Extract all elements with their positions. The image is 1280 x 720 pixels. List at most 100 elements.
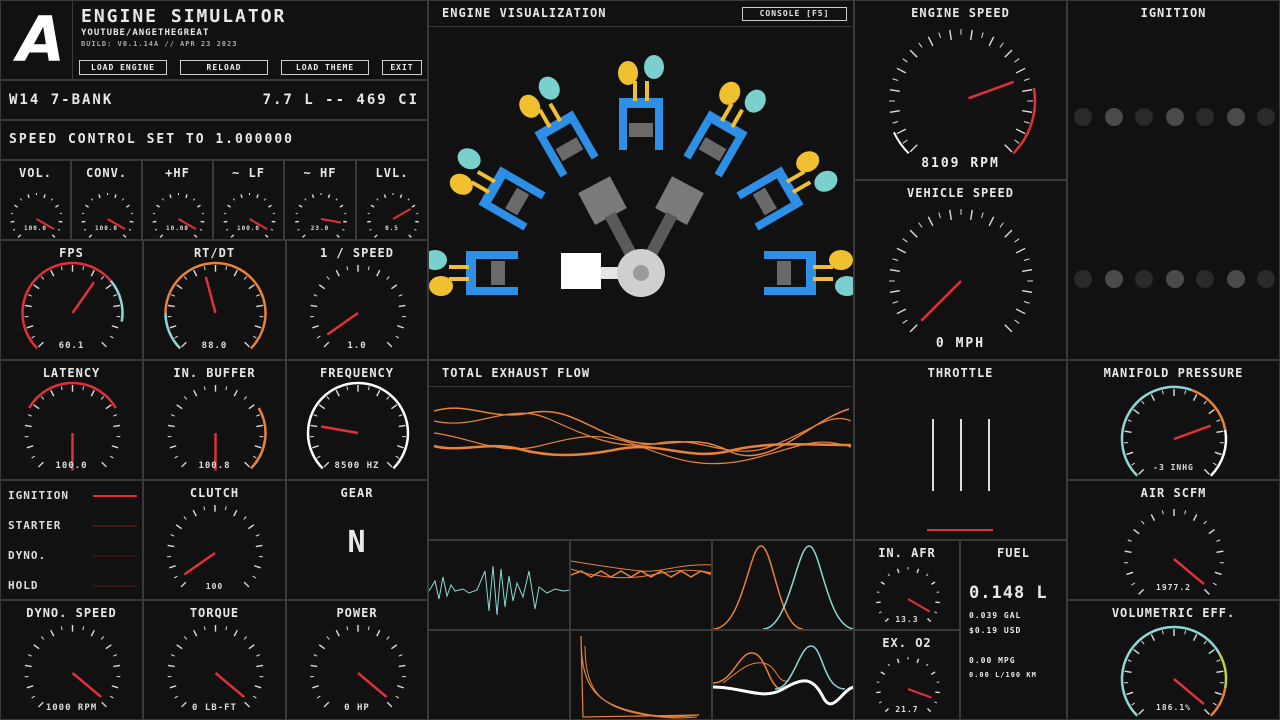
header-panel: A ENGINE SIMULATOR YOUTUBE/ANGETHEGREAT … (0, 0, 428, 80)
gauge-dial (889, 209, 1033, 333)
engine-info-panel: W14 7-BANK 7.7 L -- 469 CI (0, 80, 428, 120)
perf-gauge-label: LATENCY (42, 366, 101, 380)
perf-gauge-0: FPS 60.1 (0, 240, 143, 360)
throttle-bar-mid (960, 419, 962, 491)
fuel-panel: FUEL 0.148 L 0.039 GAL $0.19 USD 0.00 MP… (960, 540, 1067, 720)
white-piston (561, 253, 601, 289)
bottom-gauge-label: POWER (336, 606, 378, 620)
cylinder-bank (683, 81, 766, 178)
engine-displacement: 7.7 L -- 469 CI (262, 92, 419, 108)
perf-gauge-4: IN. BUFFER 100.8 (143, 360, 286, 480)
air-scfm-panel: AIR SCFM 1977.2 (1067, 480, 1280, 600)
perf-gauge-5: FREQUENCY 8500 HZ (286, 360, 428, 480)
perf-gauge-1: RT/DT 88.0 (143, 240, 286, 360)
throttle-indicator (927, 529, 993, 531)
ignition-dot (1104, 270, 1123, 288)
gear-label: GEAR (340, 486, 374, 500)
perf-gauge-3: LATENCY 100.0 (0, 360, 143, 480)
vehicle-speed-panel: VEHICLE SPEED 0 MPH (854, 180, 1067, 360)
gauge-dial (889, 29, 1037, 155)
scope-peaks (712, 540, 854, 630)
bottom-gauge-value: 0 HP (344, 703, 370, 713)
audio-gauge-3: ~ LF 100.0 (213, 160, 284, 240)
exhaust-flow-panel: TOTAL EXHAUST FLOW (428, 360, 854, 540)
audio-gauge-2: +HF 10.00 (142, 160, 213, 240)
load-engine-button[interactable]: LOAD ENGINE (79, 60, 167, 75)
ignition-panel: IGNITION (1067, 0, 1280, 360)
speed-control-text: SPEED CONTROL SET TO 1.000000 (9, 132, 294, 147)
audio-gauge-label: VOL. (19, 166, 52, 180)
bottom-gauge-2: POWER 0 HP (286, 600, 428, 720)
afr-value: 13.3 (895, 615, 919, 624)
cylinder-bank (764, 250, 853, 296)
fuel-cost: $0.19 USD (969, 626, 1022, 635)
perf-gauge-label: IN. BUFFER (173, 366, 256, 380)
build-text: BUILD: V0.1.14A // APR 23 2023 (81, 40, 238, 48)
afr-label: IN. AFR (878, 546, 936, 560)
afr-panel: IN. AFR 13.3 (854, 540, 960, 630)
perf-gauge-value: 1.0 (347, 341, 367, 351)
o2-value: 21.7 (895, 705, 919, 714)
ignition-switch-indicator (93, 495, 137, 497)
bottom-gauge-label: DYNO. SPEED (26, 606, 117, 620)
dyno-switch-label[interactable]: DYNO. (8, 549, 46, 562)
perf-gauge-value: 100.8 (198, 461, 231, 471)
audio-gauge-label: +HF (165, 166, 190, 180)
manifold-label: MANIFOLD PRESSURE (1103, 366, 1244, 380)
ignition-dot (1226, 270, 1245, 288)
perf-gauge-value: 88.0 (201, 341, 228, 351)
perf-gauge-2: 1 / SPEED 1.0 (286, 240, 428, 360)
clutch-panel: CLUTCH 100 (143, 480, 286, 600)
cylinder-bank (429, 250, 518, 296)
vehicle-speed-value: 0 MPH (935, 336, 986, 351)
fuel-label: FUEL (997, 546, 1030, 560)
volumetric-eff-panel: VOLUMETRIC EFF. 186.1% (1067, 600, 1280, 720)
audio-gauge-4: ~ HF 23.0 (284, 160, 356, 240)
perf-gauge-value: 60.1 (58, 341, 85, 351)
load-theme-button[interactable]: LOAD THEME (281, 60, 369, 75)
exhaust-flow-waveform (433, 407, 852, 465)
bottom-gauge-value: 1000 RPM (45, 703, 98, 713)
engine-speed-value: 8109 RPM (921, 156, 1000, 171)
dyno-switch-indicator (93, 555, 137, 557)
engine-speed-label: ENGINE SPEED (911, 6, 1010, 20)
ignition-dot (1196, 108, 1214, 126)
ignition-switch-label[interactable]: IGNITION (8, 489, 69, 502)
engine-speed-panel: ENGINE SPEED 8109 RPM (854, 0, 1067, 180)
clutch-label: CLUTCH (189, 486, 240, 500)
ignition-dot (1104, 108, 1123, 126)
ignition-dot (1165, 108, 1184, 126)
audio-gauge-value: 100.0 (94, 225, 119, 232)
ignition-dot (1257, 270, 1275, 288)
perf-gauge-label: FREQUENCY (319, 366, 395, 380)
vehicle-speed-label: VEHICLE SPEED (907, 186, 1014, 200)
ignition-dot (1135, 270, 1153, 288)
audio-gauge-0: VOL. 100.0 (0, 160, 71, 240)
starter-switch-label[interactable]: STARTER (8, 519, 61, 532)
exit-button[interactable]: EXIT (382, 60, 422, 75)
throttle-label: THROTTLE (927, 366, 994, 380)
air-scfm-label: AIR SCFM (1140, 486, 1207, 500)
perf-gauge-value: 8500 HZ (334, 461, 380, 471)
hold-switch-label[interactable]: HOLD (8, 579, 39, 592)
o2-panel: EX. O2 21.7 (854, 630, 960, 720)
starter-switch-indicator (93, 525, 137, 527)
channel-text: YOUTUBE/ANGETHEGREAT (81, 28, 210, 38)
ignition-dot (1074, 108, 1092, 126)
audio-gauge-label: ~ LF (232, 166, 265, 180)
cylinder-bank (449, 148, 546, 231)
ignition-dot (1257, 108, 1275, 126)
speed-control-panel: SPEED CONTROL SET TO 1.000000 (0, 120, 428, 160)
audio-gauge-label: LVL. (375, 166, 409, 180)
cylinder-bank (618, 55, 664, 150)
bottom-gauge-label: TORQUE (189, 606, 240, 620)
perf-gauge-label: FPS (59, 246, 84, 260)
bottom-gauge-value: 0 LB-FT (192, 703, 237, 713)
perf-gauge-value: 100.0 (55, 461, 88, 471)
reload-button[interactable]: RELOAD (180, 60, 268, 75)
fuel-lkm: 0.00 L/100 KM (969, 671, 1037, 679)
fuel-liters: 0.148 L (969, 583, 1048, 603)
audio-gauge-value: 100.0 (23, 225, 48, 232)
clutch-value: 100 (205, 582, 224, 591)
scope-pv-loop (570, 630, 712, 720)
